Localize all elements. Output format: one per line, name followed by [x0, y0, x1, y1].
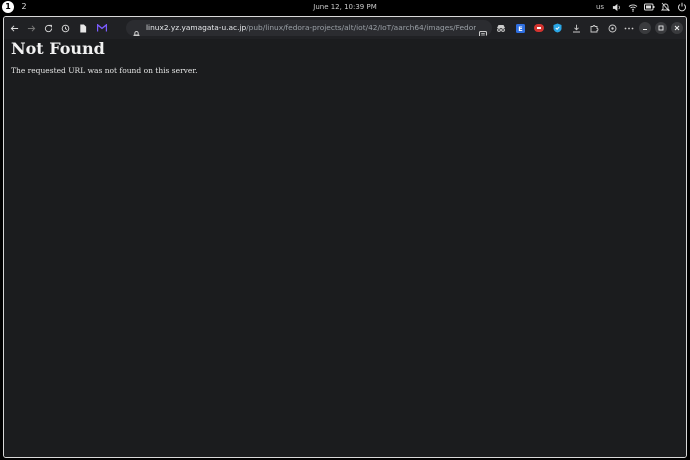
- browser-window: linux2.yz.yamagata-u.ac.jp/pub/linux/fed…: [3, 16, 687, 458]
- power-icon[interactable]: [677, 0, 687, 14]
- maximize-icon[interactable]: [655, 22, 667, 34]
- url-text[interactable]: linux2.yz.yamagata-u.ac.jp/pub/linux/fed…: [146, 20, 476, 36]
- keyboard-layout-indicator[interactable]: us: [596, 0, 604, 14]
- system-top-bar: 1 2 June 12, 10:39 PM us: [0, 0, 690, 14]
- lock-icon[interactable]: [133, 24, 140, 36]
- menu-icon[interactable]: [622, 20, 636, 36]
- document-icon[interactable]: [76, 20, 90, 36]
- minimize-icon[interactable]: [639, 22, 651, 34]
- page-title: Not Found: [11, 39, 105, 58]
- extension-1-icon[interactable]: E: [513, 20, 527, 36]
- incognito-icon[interactable]: [494, 20, 508, 36]
- address-bar[interactable]: linux2.yz.yamagata-u.ac.jp/pub/linux/fed…: [126, 20, 492, 36]
- download-icon[interactable]: [569, 20, 583, 36]
- battery-icon[interactable]: [644, 0, 655, 14]
- wifi-icon[interactable]: [628, 0, 638, 14]
- settings-icon[interactable]: [605, 20, 619, 36]
- clock[interactable]: June 12, 10:39 PM: [0, 0, 690, 14]
- reload-icon[interactable]: [41, 20, 55, 36]
- browser-toolbar: linux2.yz.yamagata-u.ac.jp/pub/linux/fed…: [4, 17, 686, 39]
- notifications-icon[interactable]: [661, 0, 670, 14]
- svg-text:E: E: [518, 25, 522, 33]
- extension-3-icon[interactable]: [550, 20, 564, 36]
- reader-icon[interactable]: [479, 24, 487, 36]
- history-icon[interactable]: [58, 20, 72, 36]
- page-content: Not Found The requested URL was not foun…: [4, 39, 686, 457]
- close-icon[interactable]: [671, 22, 683, 34]
- volume-icon[interactable]: [612, 0, 621, 14]
- forward-icon[interactable]: [24, 20, 38, 36]
- extension-2-icon[interactable]: [532, 20, 546, 36]
- puzzle-icon[interactable]: [587, 20, 601, 36]
- error-message: The requested URL was not found on this …: [11, 66, 198, 75]
- back-icon[interactable]: [7, 20, 21, 36]
- url-host: linux2.yz.yamagata-u.ac.jp: [146, 23, 247, 32]
- mail-icon[interactable]: [95, 20, 109, 36]
- url-path: /pub/linux/fedora-projects/alt/iot/42/Io…: [246, 23, 476, 32]
